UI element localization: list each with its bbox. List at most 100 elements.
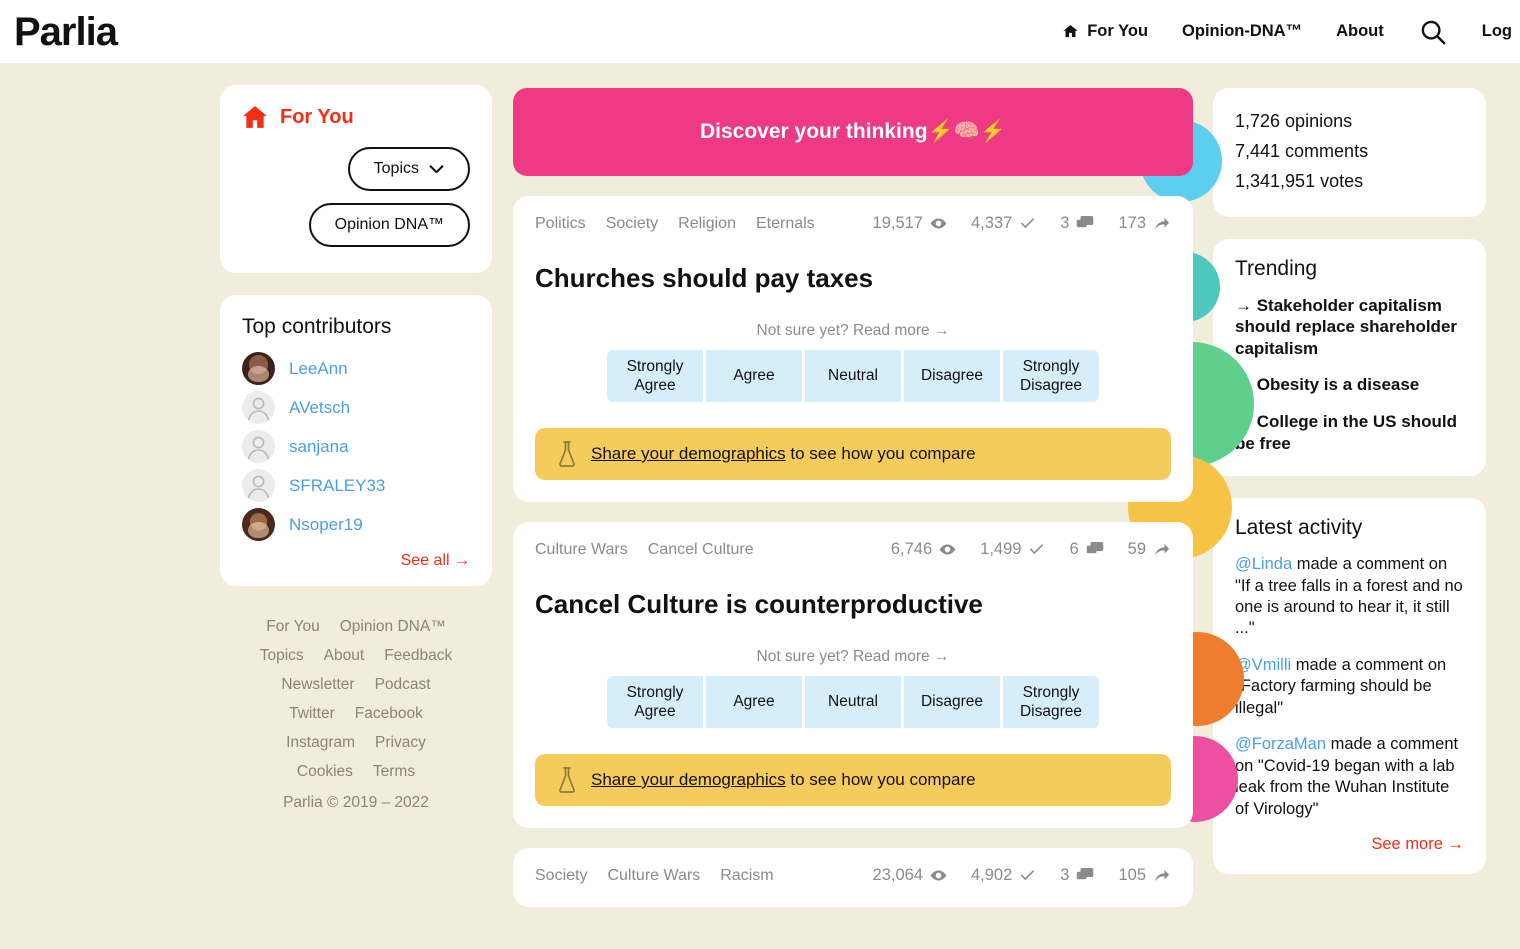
discover-banner[interactable]: Discover your thinking⚡🧠⚡	[513, 88, 1193, 176]
contributor-row[interactable]: LeeAnn	[242, 349, 470, 388]
card-tag[interactable]: Religion	[678, 215, 736, 233]
view-count: 6,746	[891, 540, 956, 559]
brand-logo[interactable]: Parlia	[14, 12, 118, 52]
activity-item: @ForzaMan made a comment on "Covid-19 be…	[1235, 734, 1464, 820]
vote-count: 4,902	[971, 866, 1036, 885]
footer-row: Instagram Privacy	[220, 728, 492, 757]
search-icon[interactable]	[1418, 17, 1448, 47]
opinion-dna-button[interactable]: Opinion DNA™	[308, 203, 470, 247]
stat-comments: 7,441 comments	[1235, 141, 1369, 162]
contributor-name[interactable]: Nsoper19	[289, 515, 363, 535]
footer-link[interactable]: Instagram	[286, 734, 355, 751]
opinion-card: Society Culture Wars Racism 23,064 4,902 3 105	[513, 848, 1193, 907]
footer-link[interactable]: About	[324, 647, 365, 664]
avatar	[242, 352, 275, 385]
footer-row: Twitter Facebook	[220, 699, 492, 728]
see-more-activity-link[interactable]: See more →	[1235, 835, 1464, 854]
read-more-link[interactable]: Not sure yet? Read more →	[535, 648, 1171, 666]
nav-item-about[interactable]: About	[1336, 22, 1384, 41]
contributor-name[interactable]: sanjana	[289, 437, 349, 457]
activity-list: @Linda made a comment on "If a tree fall…	[1235, 554, 1464, 820]
check-icon	[1019, 215, 1036, 232]
card-tag[interactable]: Eternals	[756, 215, 815, 233]
answer-option-disagree[interactable]: Disagree	[904, 676, 1000, 728]
read-more-link[interactable]: Not sure yet? Read more →	[535, 322, 1171, 340]
contributor-row[interactable]: sanjana	[242, 427, 470, 466]
nav-item-opinion-dna[interactable]: Opinion-DNA™	[1182, 22, 1302, 41]
activity-item: @Linda made a comment on "If a tree fall…	[1235, 554, 1464, 640]
view-count-value: 23,064	[872, 866, 923, 884]
footer-link[interactable]: Cookies	[297, 763, 353, 780]
answer-option-strongly-agree[interactable]: Strongly Agree	[607, 676, 703, 728]
card-tag[interactable]: Politics	[535, 215, 586, 233]
footer-link[interactable]: Twitter	[289, 705, 335, 722]
answer-option-agree[interactable]: Agree	[706, 676, 802, 728]
card-tag[interactable]: Culture Wars	[607, 867, 700, 885]
vote-count-value: 4,902	[970, 866, 1013, 884]
share-demographics-link[interactable]: Share your demographics	[591, 770, 786, 789]
contributor-row[interactable]: AVetsch	[242, 388, 470, 427]
card-tag[interactable]: Society	[535, 867, 587, 885]
view-count: 19,517	[873, 214, 947, 233]
avatar	[242, 469, 275, 502]
footer-link[interactable]: Facebook	[355, 705, 423, 722]
contributor-name[interactable]: AVetsch	[289, 398, 350, 418]
answer-option-strongly-disagree[interactable]: Strongly Disagree	[1003, 676, 1099, 728]
trending-item[interactable]: → College in the US should be free	[1235, 411, 1464, 454]
home-icon	[242, 105, 268, 129]
footer-row: Newsletter Podcast	[220, 670, 492, 699]
card-tag[interactable]: Racism	[720, 867, 773, 885]
comment-count-value: 3	[1060, 214, 1070, 232]
footer-link[interactable]: For You	[266, 618, 319, 635]
footer-link[interactable]: Privacy	[375, 734, 426, 751]
opinion-card: Politics Society Religion Eternals 19,517 4,3…	[513, 196, 1193, 502]
answer-option-neutral[interactable]: Neutral	[805, 350, 901, 402]
footer-link[interactable]: Terms	[373, 763, 415, 780]
answer-option-strongly-agree[interactable]: Strongly Agree	[607, 350, 703, 402]
nav-item-for-you[interactable]: For You	[1062, 22, 1148, 41]
avatar	[242, 430, 275, 463]
card-tag[interactable]: Society	[606, 215, 658, 233]
card-tags: Politics Society Religion Eternals	[535, 215, 815, 233]
answer-option-disagree[interactable]: Disagree	[904, 350, 1000, 402]
contributor-row[interactable]: SFRALEY33	[242, 466, 470, 505]
for-you-header[interactable]: For You	[242, 105, 470, 129]
footer-link[interactable]: Topics	[260, 647, 304, 664]
share-demographics-link[interactable]: Share your demographics	[591, 444, 786, 463]
share-icon	[1153, 215, 1171, 232]
contributor-name[interactable]: SFRALEY33	[289, 476, 385, 496]
topics-dropdown[interactable]: Topics	[347, 147, 470, 191]
demographics-text: Share your demographics to see how you c…	[591, 770, 976, 790]
user-handle[interactable]: @Linda	[1235, 555, 1292, 573]
opinion-title[interactable]: Churches should pay taxes	[535, 263, 1171, 294]
contributor-name[interactable]: LeeAnn	[289, 359, 348, 379]
see-all-contributors-link[interactable]: See all →	[242, 552, 470, 570]
share-icon	[1153, 541, 1171, 558]
page-columns: For You Topics Opinion DNA™ Top contribu…	[0, 63, 1520, 949]
footer-link[interactable]: Opinion DNA™	[340, 618, 446, 635]
share-count: 59	[1128, 540, 1171, 559]
card-tag[interactable]: Culture Wars	[535, 541, 628, 559]
contributor-row[interactable]: Nsoper19	[242, 505, 470, 544]
footer-link[interactable]: Podcast	[375, 676, 431, 693]
user-handle[interactable]: @ForzaMan	[1235, 735, 1326, 753]
footer-row: For You Opinion DNA™	[220, 612, 492, 641]
share-count-value: 59	[1127, 540, 1146, 558]
answer-option-neutral[interactable]: Neutral	[805, 676, 901, 728]
for-you-label: For You	[280, 105, 354, 128]
trending-item[interactable]: → Stakeholder capitalism should replace …	[1235, 295, 1464, 360]
comment-count: 6	[1069, 540, 1103, 559]
sidebar-filters: Topics Opinion DNA™	[242, 147, 470, 247]
card-tag[interactable]: Cancel Culture	[648, 541, 754, 559]
footer-link[interactable]: Newsletter	[281, 676, 354, 693]
footer-link[interactable]: Feedback	[384, 647, 452, 664]
opinion-title[interactable]: Cancel Culture is counterproductive	[535, 589, 1171, 620]
view-count-value: 6,746	[890, 540, 933, 558]
trending-item[interactable]: → Obesity is a disease	[1235, 374, 1464, 396]
login-link[interactable]: Log	[1482, 22, 1512, 41]
answer-option-agree[interactable]: Agree	[706, 350, 802, 402]
answer-option-strongly-disagree[interactable]: Strongly Disagree	[1003, 350, 1099, 402]
footer-row: Topics About Feedback	[220, 641, 492, 670]
avatar	[242, 508, 275, 541]
card-stats: 6,746 1,499 6 59	[891, 540, 1171, 559]
